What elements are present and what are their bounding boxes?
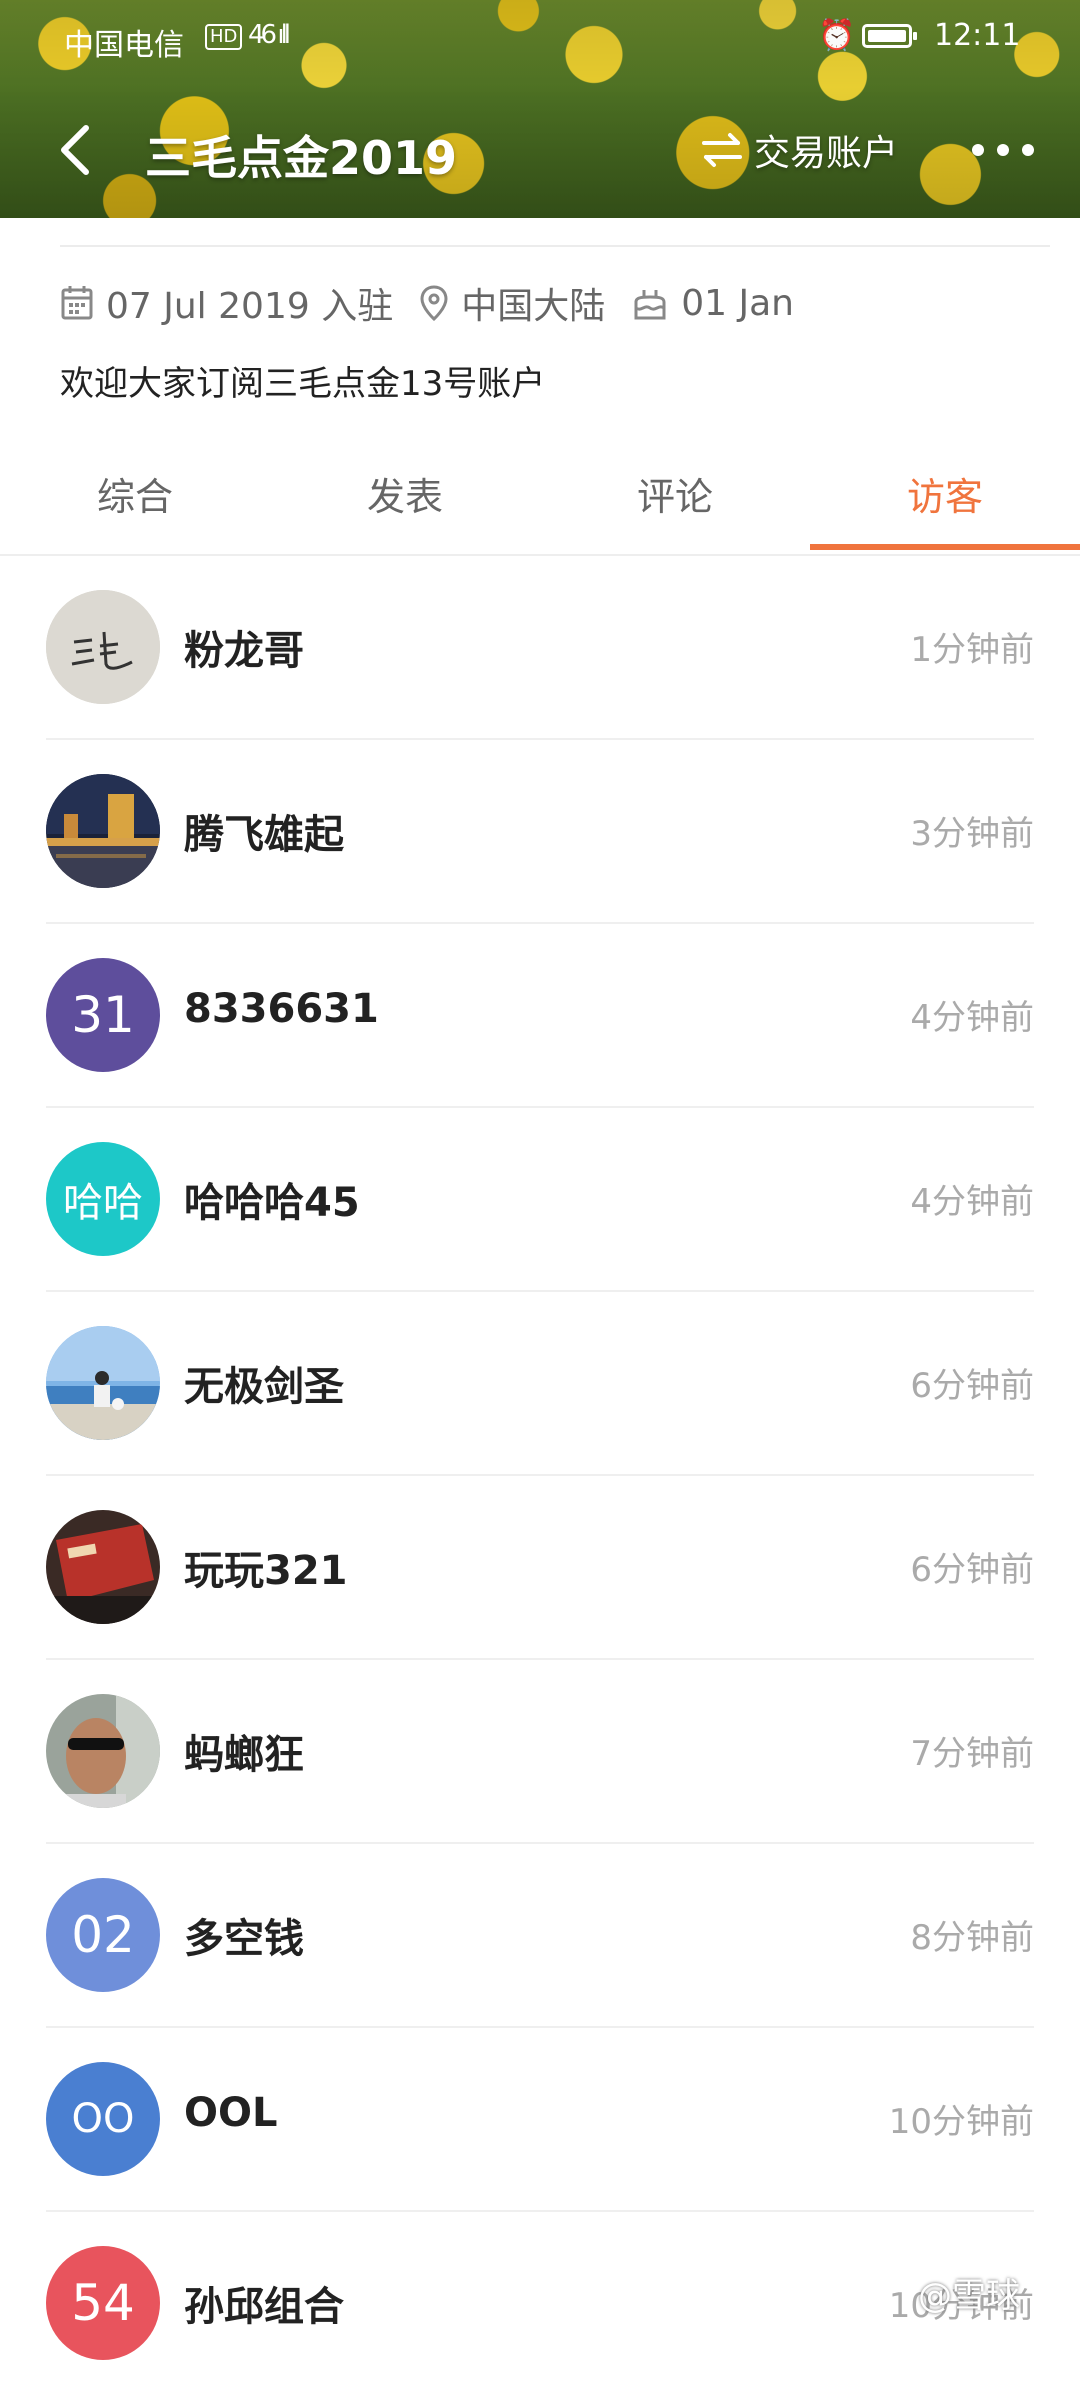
visit-time: 4分钟前	[910, 998, 1034, 1038]
visit-time: 4分钟前	[910, 1182, 1034, 1222]
page-title: 三毛点金2019	[145, 131, 458, 185]
profile-header-banner: 中国电信 HD 46 ıll ⏰ 12:11 三毛点金2019 交易账户	[0, 0, 1080, 218]
avatar-initials: 31	[71, 986, 135, 1044]
navigation-bar: 三毛点金2019 交易账户	[0, 100, 1080, 200]
swap-icon	[702, 133, 742, 167]
tab-bar: 综合 发表 评论 访客	[0, 452, 1080, 552]
divider	[60, 245, 1050, 247]
avatar[interactable]: 31	[46, 958, 160, 1072]
visitor-row[interactable]: 粉龙哥 1分钟前	[0, 556, 1080, 740]
visit-time: 1分钟前	[910, 630, 1034, 670]
location-text: 中国大陆	[461, 286, 606, 327]
avatar[interactable]: OO	[46, 2062, 160, 2176]
alarm-icon: ⏰	[818, 18, 856, 53]
join-date-text: 07 Jul 2019 入驻	[106, 286, 394, 327]
hd-badge: HD	[205, 24, 243, 50]
watermark: @雪球	[918, 2276, 1020, 2316]
location-pin-icon	[420, 285, 448, 322]
visitor-name: 腾飞雄起	[184, 812, 344, 858]
carrier-label: 中国电信	[64, 28, 184, 63]
visitor-row[interactable]: 玩玩321 6分钟前	[0, 1476, 1080, 1660]
avatar[interactable]	[46, 590, 160, 704]
signal-icon: 46 ıll	[248, 20, 291, 50]
avatar[interactable]	[46, 1510, 160, 1624]
visitor-name: 无极剑圣	[184, 1364, 344, 1410]
avatar[interactable]: 54	[46, 2246, 160, 2360]
visit-time: 3分钟前	[910, 814, 1034, 854]
profile-meta: 07 Jul 2019 入驻 中国大陆 01 Jan	[60, 276, 820, 330]
more-icon[interactable]	[970, 140, 1036, 160]
avatar-image	[46, 1510, 160, 1624]
visitor-name: OOL	[184, 2090, 278, 2136]
visitor-row[interactable]: 哈哈 哈哈哈45 4分钟前	[0, 1108, 1080, 1292]
avatar-image	[46, 590, 160, 704]
tab-overview[interactable]: 综合	[0, 452, 270, 548]
visitor-name: 孙邱组合	[184, 2284, 344, 2330]
visitor-row[interactable]: 无极剑圣 6分钟前	[0, 1292, 1080, 1476]
avatar-image	[46, 1326, 160, 1440]
avatar-initials: 哈哈	[63, 1180, 143, 1226]
status-bar: 中国电信 HD 46 ıll ⏰ 12:11	[0, 0, 1080, 80]
visit-time: 6分钟前	[910, 1550, 1034, 1590]
avatar-initials: 02	[71, 1906, 135, 1964]
birthday-text: 01 Jan	[681, 282, 794, 324]
avatar[interactable]: 02	[46, 1878, 160, 1992]
visitor-list: 粉龙哥 1分钟前 腾飞雄起 3分钟前 31 8336631 4分钟前 哈哈 哈哈…	[0, 556, 1080, 2396]
visitor-row[interactable]: 腾飞雄起 3分钟前	[0, 740, 1080, 924]
avatar[interactable]	[46, 1694, 160, 1808]
visitor-name: 多空钱	[184, 1916, 304, 1962]
visitor-name: 哈哈哈45	[184, 1180, 360, 1226]
visitor-row[interactable]: 蚂螂狂 7分钟前	[0, 1660, 1080, 1844]
avatar-initials: OO	[71, 2096, 135, 2142]
visit-time: 8分钟前	[910, 1918, 1034, 1958]
birthday: 01 Jan	[631, 283, 794, 324]
location: 中国大陆	[419, 277, 605, 329]
visitor-name: 玩玩321	[184, 1548, 348, 1594]
visitor-name: 蚂螂狂	[184, 1732, 304, 1778]
active-tab-indicator	[810, 544, 1080, 550]
battery-icon	[862, 24, 917, 48]
avatar[interactable]	[46, 1326, 160, 1440]
visit-time: 6分钟前	[910, 1366, 1034, 1406]
avatar-initials: 54	[71, 2274, 135, 2332]
visit-time: 7分钟前	[910, 1734, 1034, 1774]
switch-account-label: 交易账户	[754, 133, 899, 174]
avatar-image	[46, 774, 160, 888]
visitor-name: 粉龙哥	[184, 628, 304, 674]
clock: 12:11	[934, 18, 1021, 53]
profile-bio: 欢迎大家订阅三毛点金13号账户	[60, 364, 546, 404]
back-icon[interactable]	[52, 120, 102, 180]
tab-visitors[interactable]: 访客	[810, 452, 1080, 548]
avatar[interactable]	[46, 774, 160, 888]
calendar-icon	[61, 286, 93, 320]
tab-comments[interactable]: 评论	[540, 452, 810, 548]
visitor-name: 8336631	[184, 986, 379, 1032]
visitor-row[interactable]: OO OOL 10分钟前	[0, 2028, 1080, 2212]
avatar[interactable]: 哈哈	[46, 1142, 160, 1256]
visit-time: 10分钟前	[888, 2102, 1034, 2142]
birthday-cake-icon	[634, 290, 666, 320]
tab-posts[interactable]: 发表	[270, 452, 540, 548]
visitor-row[interactable]: 31 8336631 4分钟前	[0, 924, 1080, 1108]
switch-account-button[interactable]: 交易账户	[700, 124, 898, 176]
avatar-image	[46, 1694, 160, 1808]
join-date: 07 Jul 2019 入驻	[60, 277, 393, 329]
visitor-row[interactable]: 02 多空钱 8分钟前	[0, 1844, 1080, 2028]
